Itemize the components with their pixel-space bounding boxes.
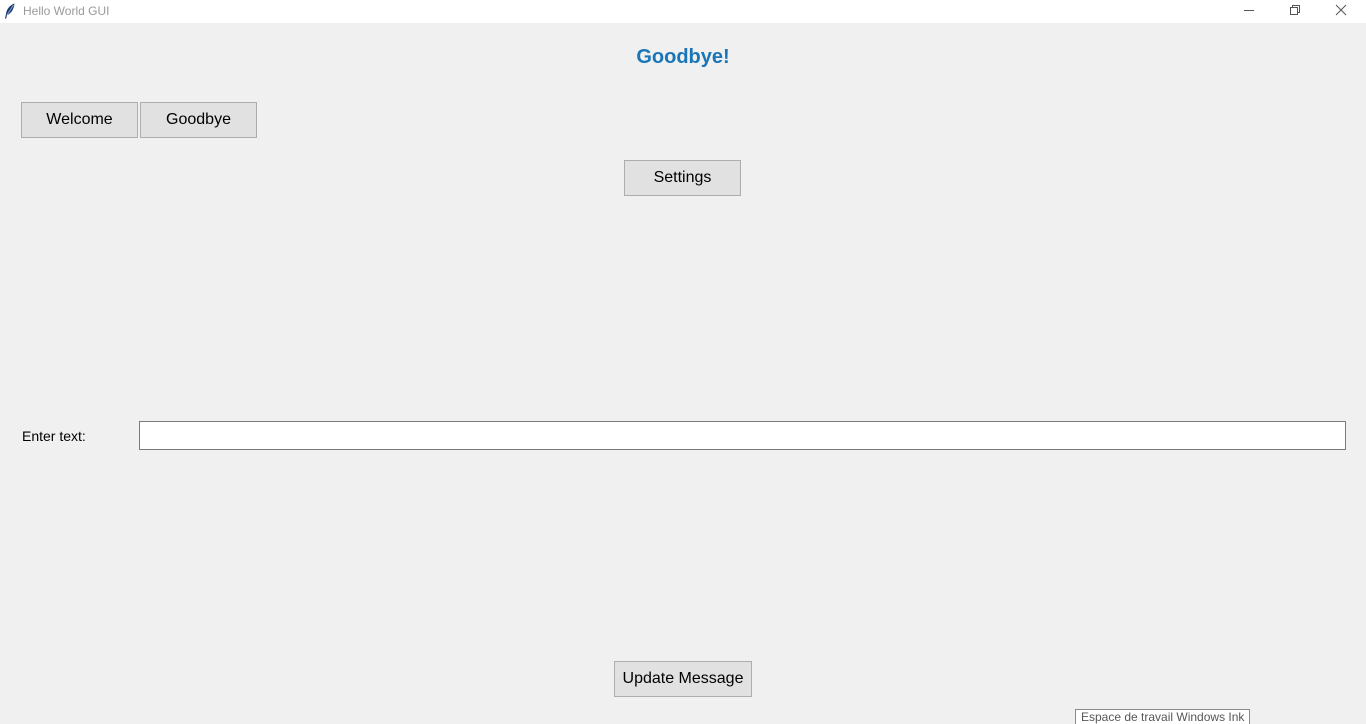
settings-button[interactable]: Settings: [624, 160, 741, 196]
windows-ink-tooltip: Espace de travail Windows Ink: [1075, 709, 1251, 724]
title-bar[interactable]: Hello World GUI: [0, 0, 1366, 23]
update-message-button[interactable]: Update Message: [614, 661, 752, 697]
welcome-button[interactable]: Welcome: [21, 102, 138, 138]
close-button[interactable]: [1318, 0, 1364, 23]
restore-icon: [1289, 3, 1301, 21]
window-title: Hello World GUI: [23, 4, 110, 18]
enter-text-label: Enter text:: [22, 428, 86, 444]
minimize-icon: [1243, 3, 1255, 21]
close-icon: [1335, 3, 1347, 21]
goodbye-button[interactable]: Goodbye: [140, 102, 257, 138]
feather-icon: [4, 3, 16, 19]
app-window: Hello World GUI Goodbye! Welcome Goodbye…: [0, 0, 1366, 724]
minimize-button[interactable]: [1226, 0, 1272, 23]
message-heading: Goodbye!: [636, 46, 730, 68]
text-input[interactable]: [139, 421, 1346, 450]
maximize-button[interactable]: [1272, 0, 1318, 23]
